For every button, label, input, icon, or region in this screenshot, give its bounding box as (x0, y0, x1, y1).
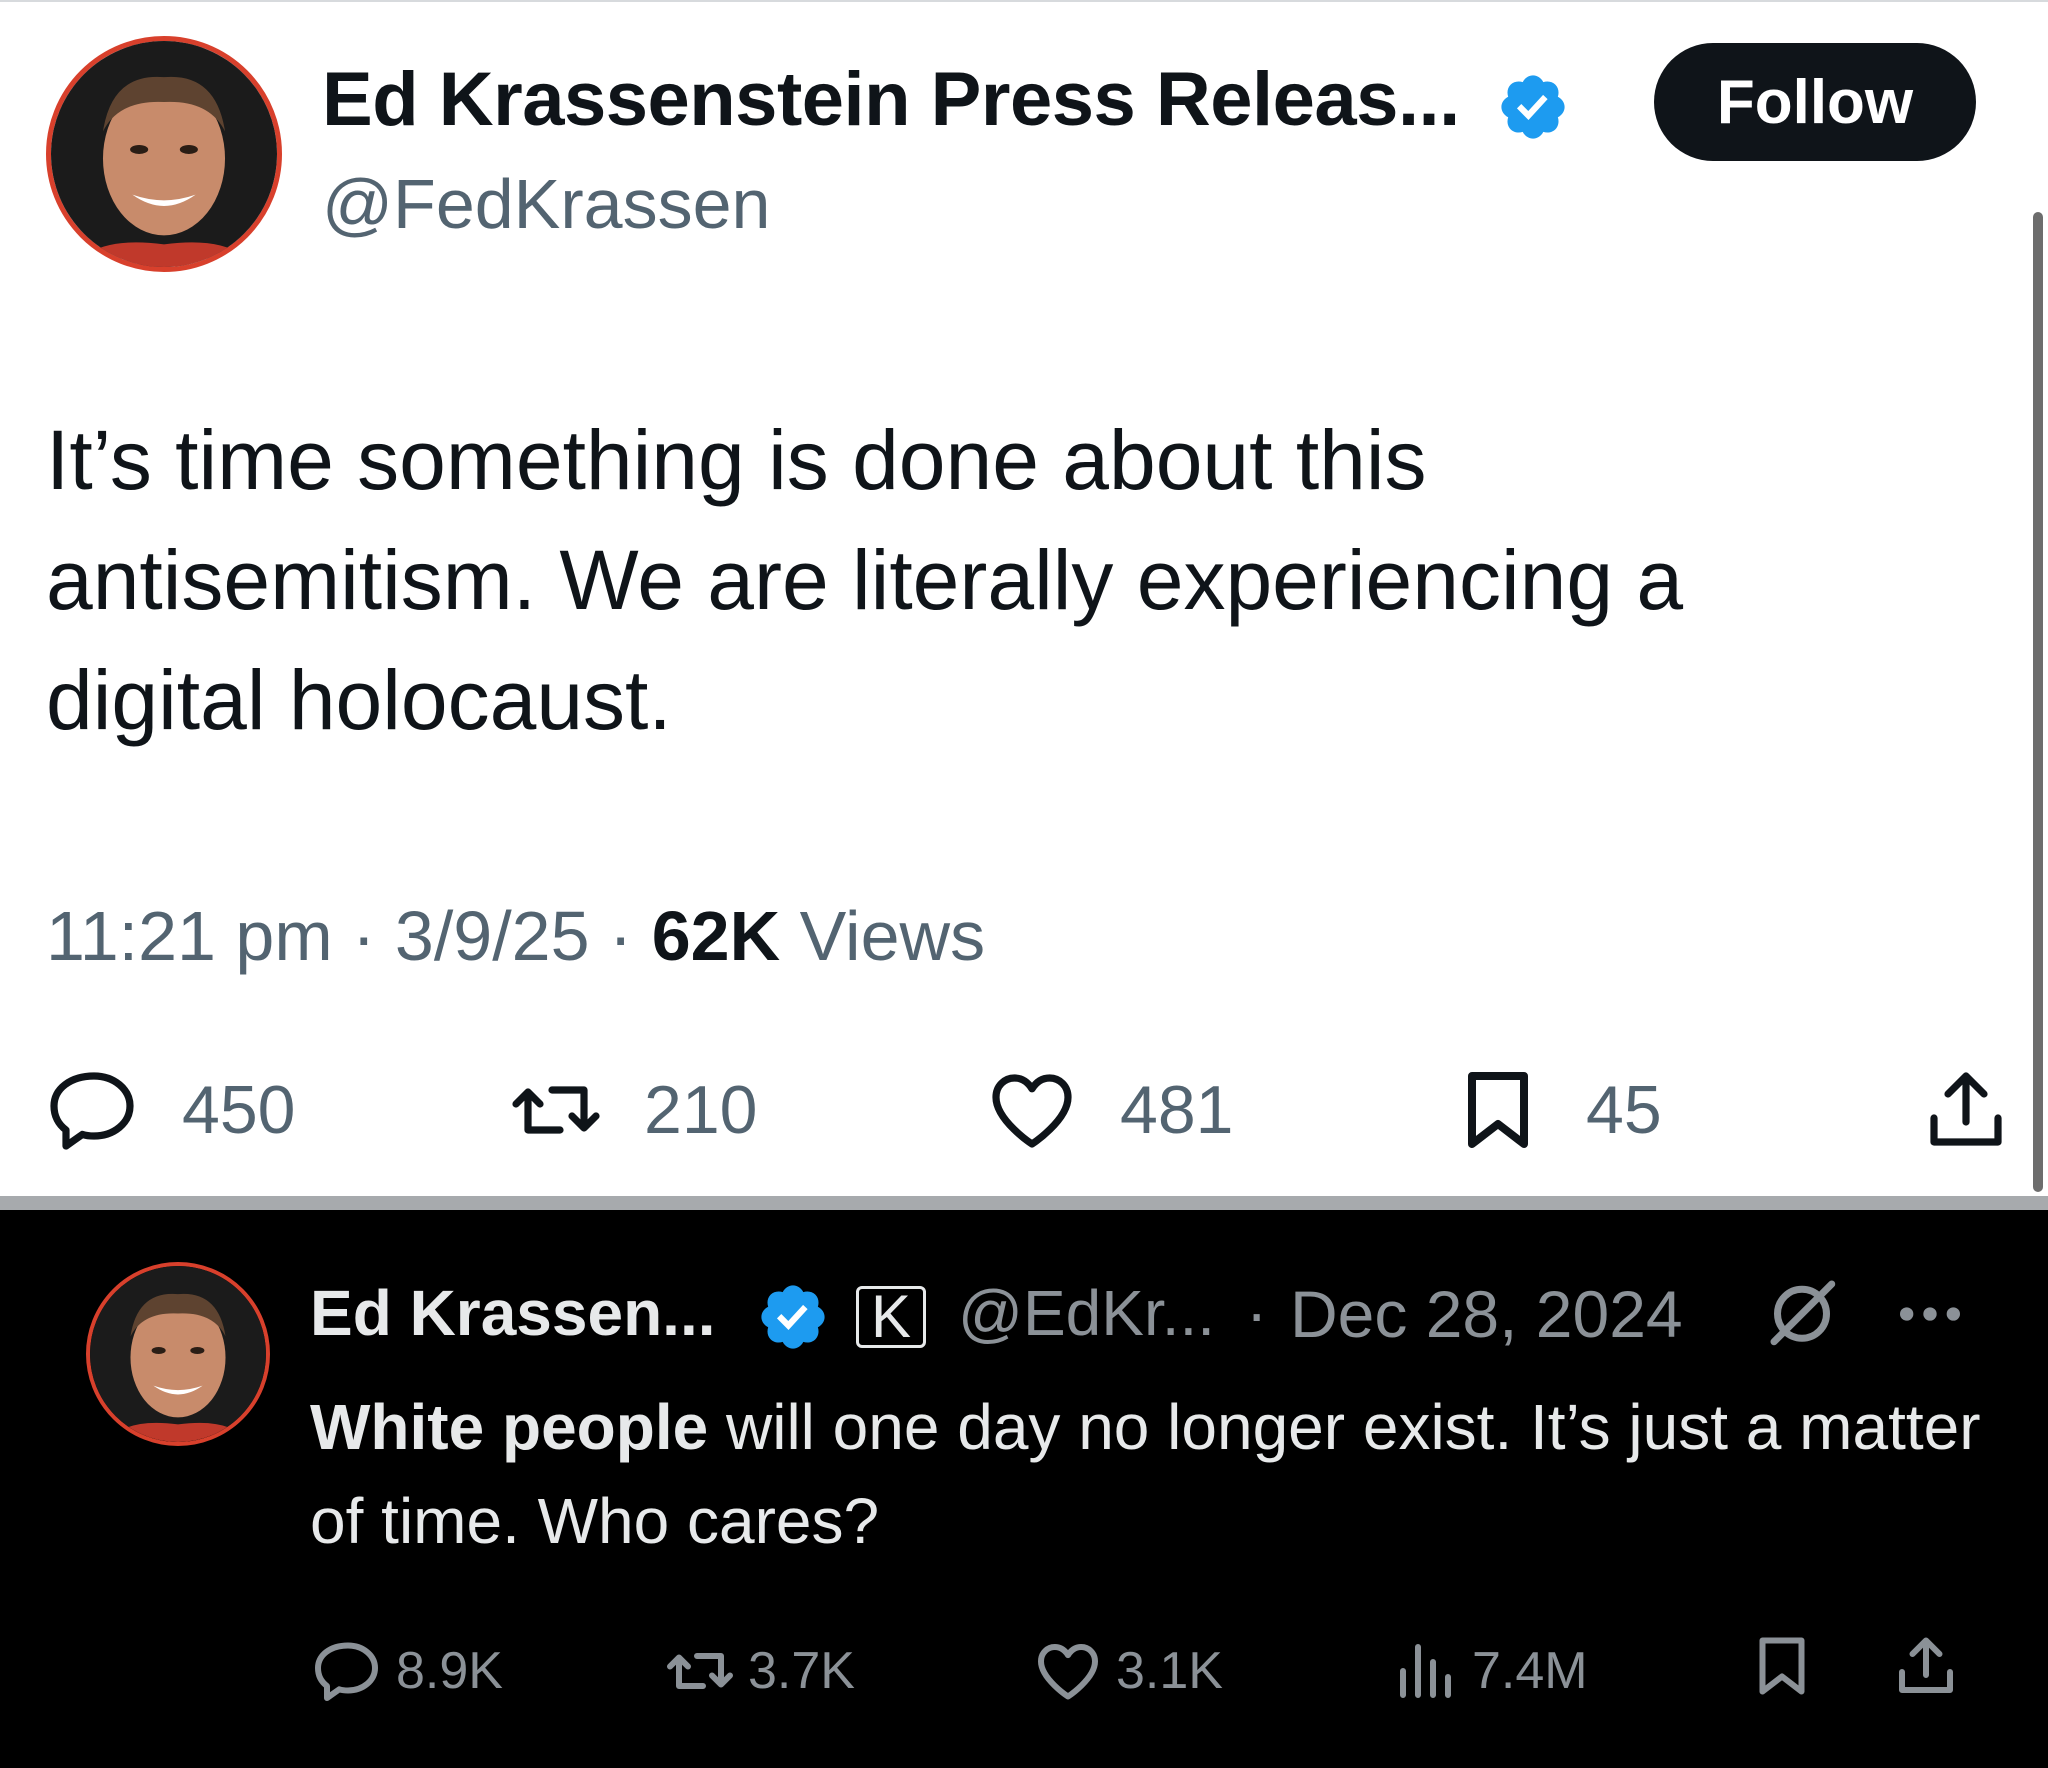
avatar[interactable] (46, 36, 282, 272)
follow-button[interactable]: Follow (1654, 43, 1976, 161)
reply-icon (50, 1072, 134, 1150)
top-border (0, 0, 2048, 2)
repost-icon (667, 1653, 733, 1689)
bookmark-button[interactable]: 45 (1450, 1060, 1662, 1160)
repost-icon (512, 1086, 600, 1134)
tweet-date[interactable]: Dec 28, 2024 (1290, 1276, 1683, 1352)
like-count: 481 (1120, 1072, 1234, 1148)
share-icon[interactable] (1890, 1630, 1962, 1702)
display-name[interactable]: Ed Krassen... (310, 1276, 716, 1350)
views-count: 62K (651, 897, 781, 975)
like-icon (992, 1074, 1072, 1148)
affiliate-badge[interactable]: K (856, 1286, 926, 1348)
divider (0, 1196, 2048, 1210)
reply-count: 450 (182, 1072, 296, 1148)
tweet-text: It’s time something is done about this a… (46, 413, 1684, 747)
grok-icon[interactable] (1760, 1270, 1844, 1354)
like-button[interactable]: 481 (984, 1060, 1233, 1160)
reply-count: 8.9K (396, 1642, 503, 1700)
like-button[interactable]: 3.1K (1032, 1626, 1223, 1716)
repost-count: 3.7K (748, 1642, 855, 1700)
bookmark-count: 45 (1586, 1072, 1662, 1148)
like-icon (1038, 1644, 1098, 1700)
reply-icon (315, 1642, 378, 1701)
tweet-meta: 11:21 pm · 3/9/25 · 62K Views (46, 897, 986, 975)
more-icon[interactable] (1890, 1274, 1970, 1354)
separator: · (1246, 1277, 1268, 1349)
tweet-date[interactable]: 3/9/25 (395, 897, 590, 975)
display-name[interactable]: Ed Krassenstein Press Releas... (322, 56, 1460, 143)
handle[interactable]: @EdKr... (958, 1276, 1215, 1350)
main-tweet: Ed Krassenstein Press Releas... @FedKras… (0, 0, 2048, 1196)
views-icon (1400, 1644, 1451, 1698)
views-label: Views (799, 897, 986, 975)
quoted-tweet[interactable]: Ed Krassen... K @EdKr... · Dec 28, 2024 … (0, 1210, 2048, 1768)
handle[interactable]: @FedKrassen (322, 164, 770, 244)
verified-badge-icon[interactable] (756, 1280, 830, 1354)
repost-button[interactable]: 210 (508, 1060, 757, 1160)
scrollbar[interactable] (2033, 212, 2043, 1192)
like-count: 3.1K (1116, 1642, 1223, 1700)
bookmark-icon[interactable] (1746, 1630, 1818, 1702)
views-count: 7.4M (1472, 1642, 1588, 1700)
repost-count: 210 (644, 1072, 758, 1148)
bookmark-icon (1468, 1072, 1528, 1148)
reply-button[interactable]: 450 (46, 1060, 295, 1160)
tweet-text: White people will one day no longer exis… (310, 1380, 2000, 1568)
avatar[interactable] (86, 1262, 270, 1446)
repost-button[interactable]: 3.7K (664, 1626, 855, 1716)
views-button[interactable]: 7.4M (1388, 1626, 1588, 1716)
verified-badge-icon[interactable] (1496, 70, 1570, 144)
tweet-text-bold: White people (310, 1391, 709, 1463)
reply-button[interactable]: 8.9K (312, 1626, 503, 1716)
tweet-time[interactable]: 11:21 pm (46, 897, 333, 975)
share-icon[interactable] (1918, 1062, 2014, 1158)
